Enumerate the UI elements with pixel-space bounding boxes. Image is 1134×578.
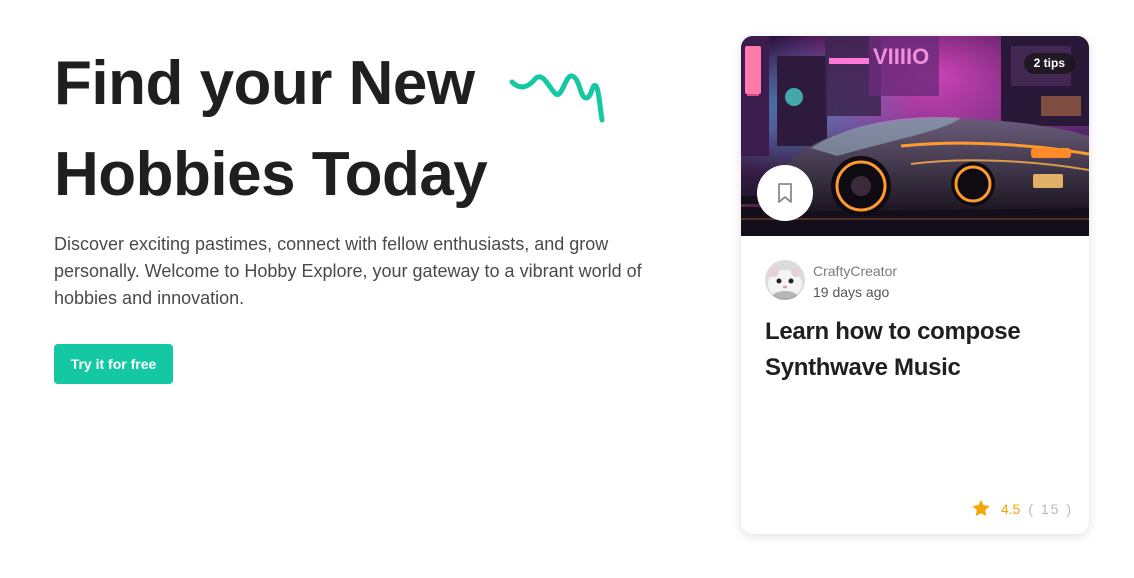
bookmark-button[interactable] — [757, 165, 813, 221]
author-name[interactable]: CraftyCreator — [813, 263, 897, 279]
tips-count-badge: 2 tips — [1023, 53, 1075, 74]
hamster-avatar-image — [765, 260, 805, 300]
star-icon — [972, 499, 990, 517]
author-avatar[interactable] — [765, 260, 805, 300]
rating-value: 4.5 — [1000, 500, 1021, 517]
squiggle-decoration-icon — [509, 73, 605, 123]
card-cover-image[interactable]: VIIIIO 2 tips — [741, 36, 1089, 236]
post-date: 19 days ago — [813, 284, 890, 300]
hobby-card[interactable]: VIIIIO 2 tips CraftyCreator 19 days ago … — [741, 36, 1089, 534]
hero-title-line-2: Hobbies Today — [54, 140, 488, 209]
svg-text:VIIIIO: VIIIIO — [873, 44, 929, 69]
bookmark-icon — [778, 183, 792, 203]
hero-description: Discover exciting pastimes, connect with… — [54, 234, 642, 308]
rating: 4.5 ( 15 ) — [971, 499, 1073, 518]
try-free-button[interactable]: Try it for free — [54, 344, 173, 384]
page: Find your New Hobbies Today Discover exc… — [0, 0, 1134, 578]
rating-count: ( 15 ) — [1028, 500, 1073, 517]
hero-title-line-1: Find your New — [54, 49, 475, 118]
hero-title: Find your New Hobbies Today — [54, 38, 574, 220]
card-title[interactable]: Learn how to compose Synthwave Music — [765, 314, 1065, 386]
